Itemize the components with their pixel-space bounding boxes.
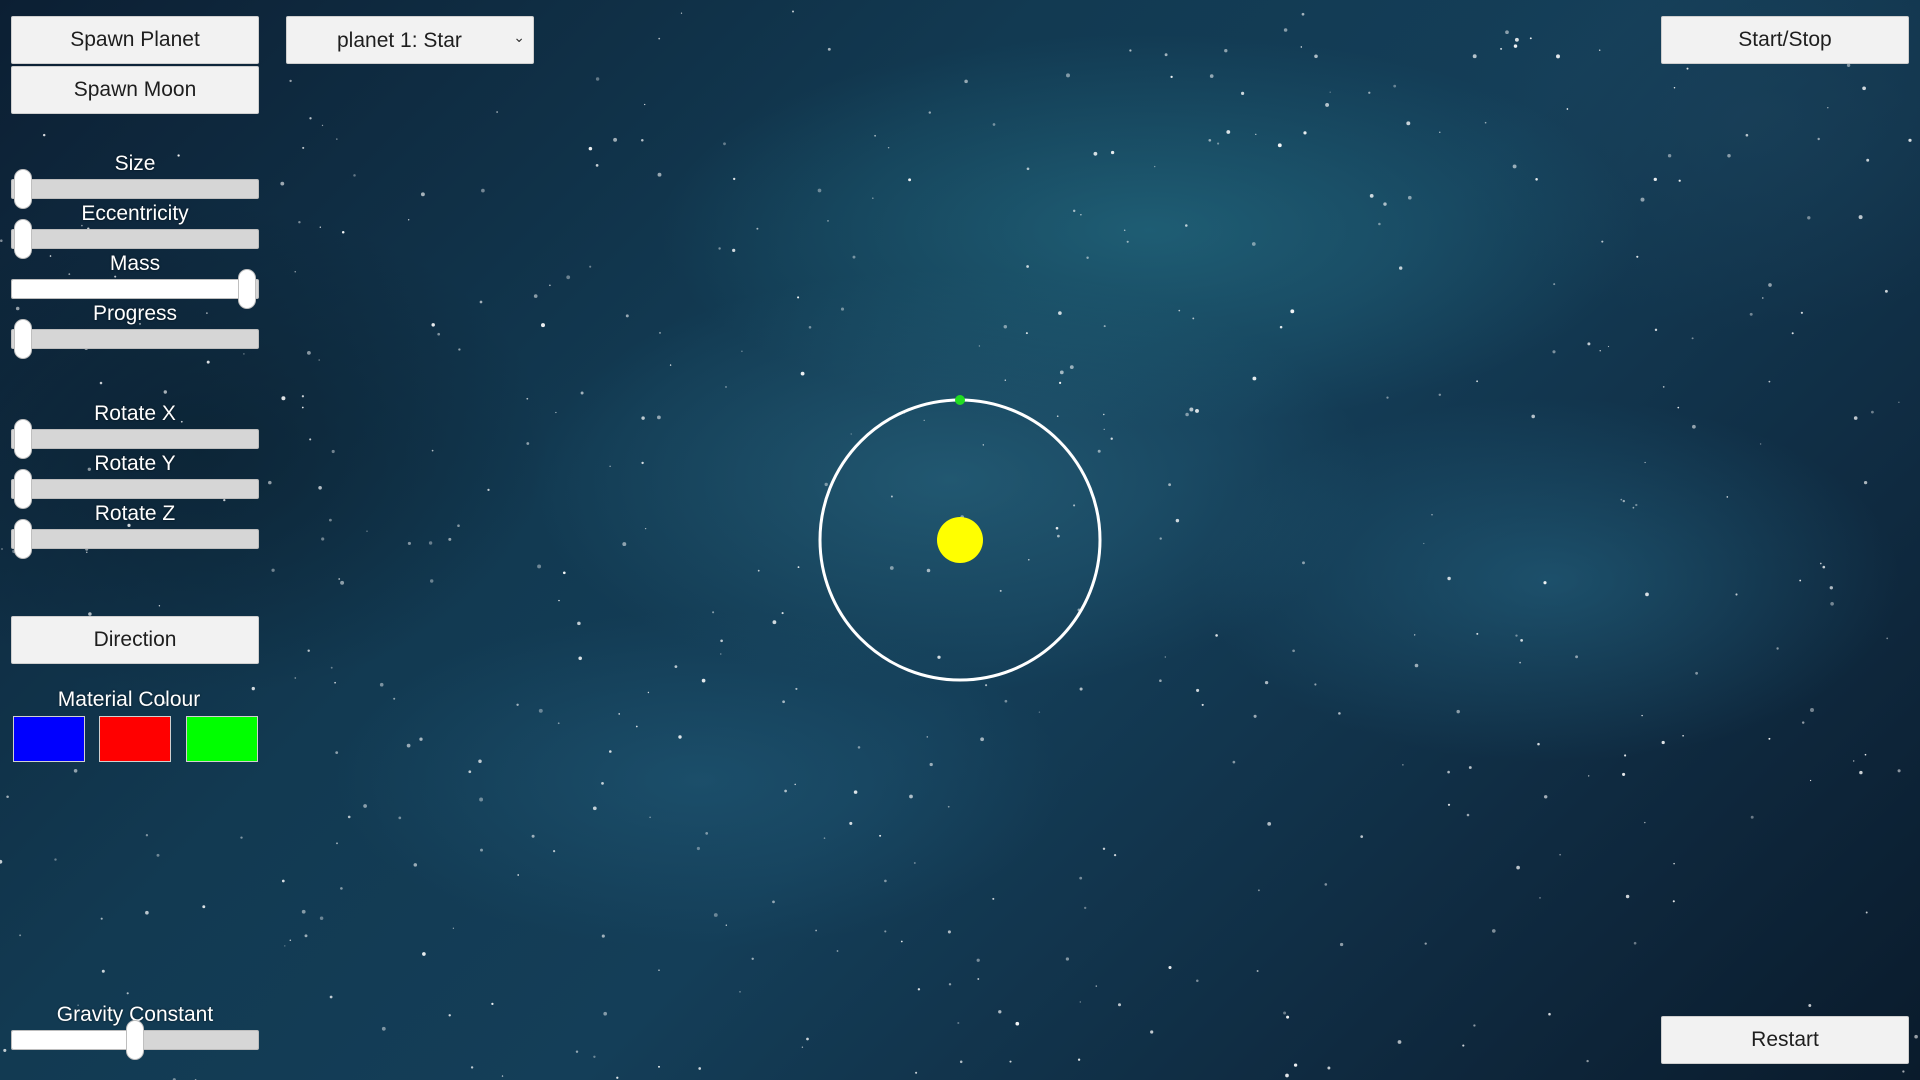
gravity-constant-slider-handle[interactable] [126,1020,144,1060]
material-swatch-red[interactable] [99,716,171,762]
rotate-x-slider[interactable] [11,419,259,459]
rotate-x-slider-label: Rotate X [94,402,176,425]
chevron-down-icon: ⌄ [513,29,525,45]
rotate-z-slider-label: Rotate Z [94,502,176,525]
direction-button[interactable]: Direction [11,616,259,664]
progress-slider-handle[interactable] [14,319,32,359]
progress-slider-label: Progress [92,302,178,325]
rotate-y-slider-label: Rotate Y [94,452,176,475]
planet-select-value: planet 1: Star [337,29,462,52]
size-slider[interactable] [11,169,259,209]
mass-slider-label: Mass [109,252,161,275]
star[interactable] [937,517,983,563]
start-stop-button[interactable]: Start/Stop [1661,16,1909,64]
simulation-viewport: Spawn Planet Spawn Moon planet 1: Star ⌄… [0,0,1920,1080]
material-swatch-blue[interactable] [13,716,85,762]
planet-select[interactable]: planet 1: Star ⌄ [286,16,534,64]
size-slider-label: Size [114,152,156,175]
eccentricity-slider-label: Eccentricity [81,202,189,225]
rotate-z-slider-handle[interactable] [14,519,32,559]
material-colour-label: Material Colour [57,688,201,711]
gravity-constant-slider[interactable] [11,1020,259,1060]
planet[interactable] [955,395,965,405]
restart-button[interactable]: Restart [1661,1016,1909,1064]
rotate-y-slider[interactable] [11,469,259,509]
progress-slider[interactable] [11,319,259,359]
material-swatch-green[interactable] [186,716,258,762]
spawn-planet-button[interactable]: Spawn Planet [11,16,259,64]
rotate-z-slider[interactable] [11,519,259,559]
eccentricity-slider[interactable] [11,219,259,259]
spawn-moon-button[interactable]: Spawn Moon [11,66,259,114]
orbit-view [818,395,1102,682]
mass-slider[interactable] [11,269,259,309]
